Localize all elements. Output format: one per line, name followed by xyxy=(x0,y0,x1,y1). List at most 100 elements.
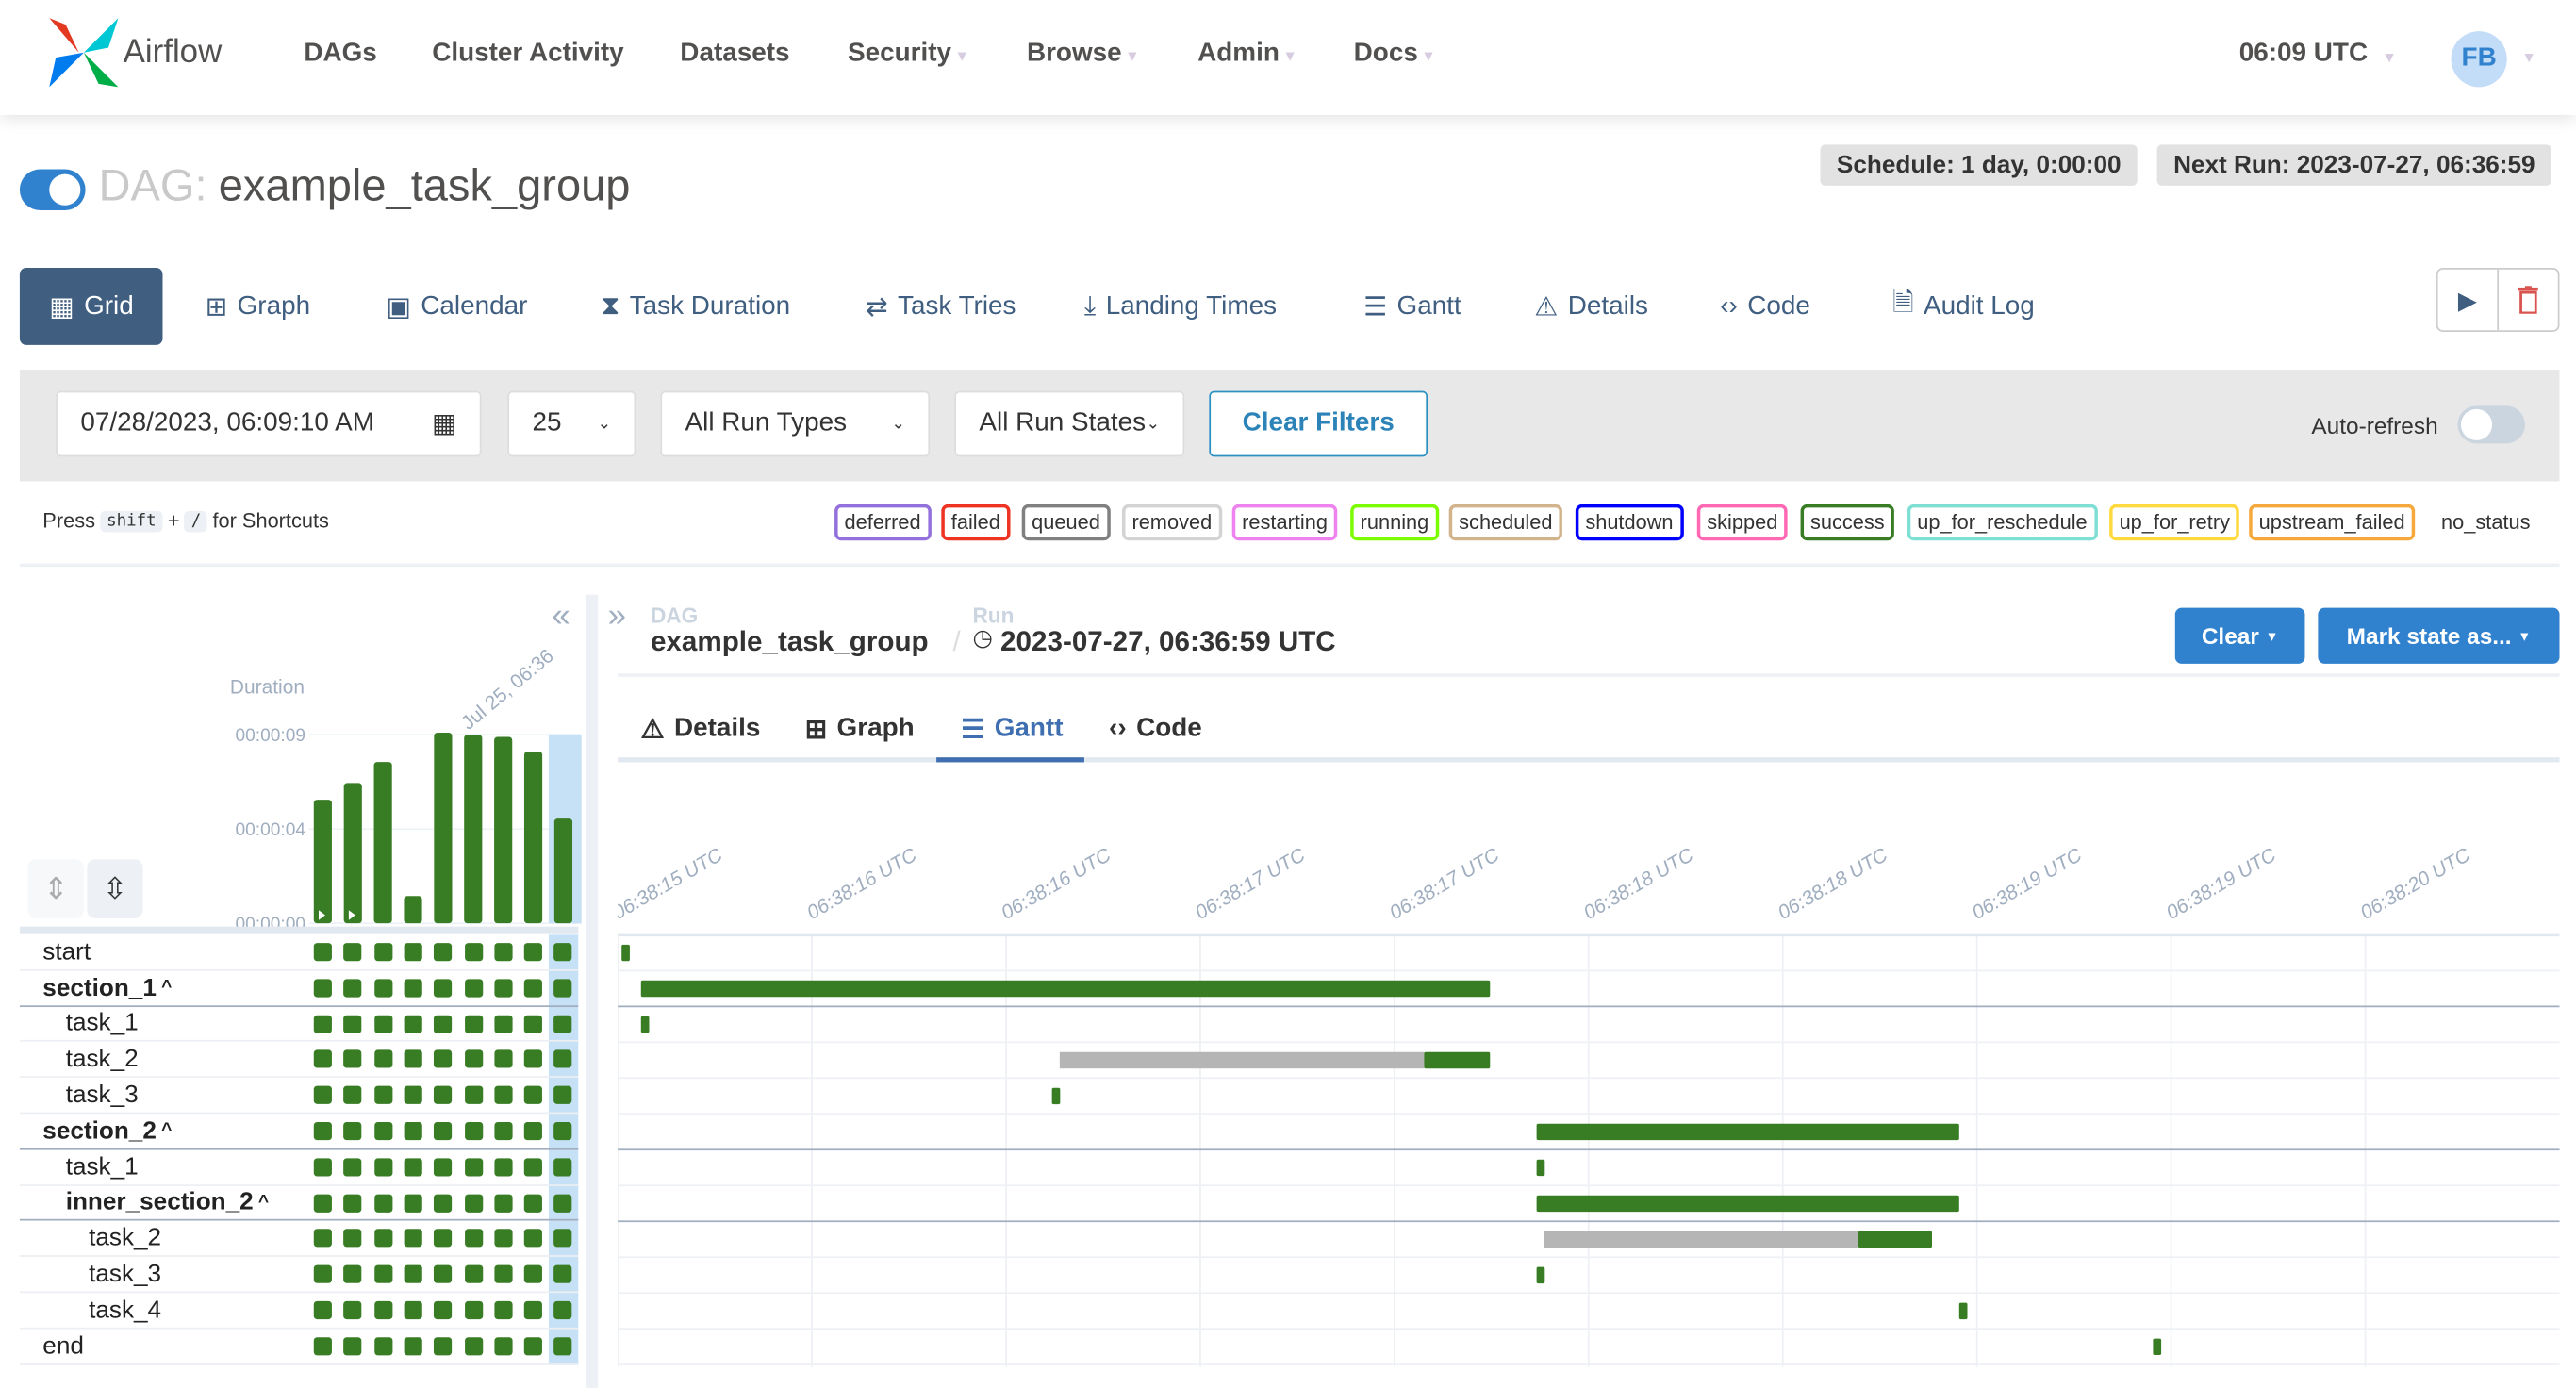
task-instance-square[interactable] xyxy=(434,943,453,962)
chevron-up-icon[interactable]: ^ xyxy=(258,1193,269,1213)
task-instance-square[interactable] xyxy=(313,979,332,998)
collapse-grid-icon[interactable]: « xyxy=(552,598,570,636)
mark-state-button[interactable]: Mark state as... ▼ xyxy=(2318,607,2560,664)
task-instance-square[interactable] xyxy=(373,1193,392,1213)
task-instance-square[interactable] xyxy=(523,1085,543,1105)
task-instance-square[interactable] xyxy=(343,979,362,998)
task-instance-square[interactable] xyxy=(343,943,362,962)
view-tab-calendar[interactable]: ▣ Calendar xyxy=(386,268,527,345)
dag-pause-toggle[interactable] xyxy=(19,169,86,211)
task-instance-square[interactable] xyxy=(523,1300,543,1320)
clear-filters-button[interactable]: Clear Filters xyxy=(1209,390,1428,457)
task-instance-square[interactable] xyxy=(523,1264,543,1284)
view-tab-task-tries[interactable]: ⇄ Task Tries xyxy=(866,268,1016,345)
nav-docs[interactable]: Docs ▼ xyxy=(1354,40,1436,69)
task-instance-square[interactable] xyxy=(523,1336,543,1356)
gantt-bar[interactable] xyxy=(621,944,630,962)
breadcrumb-dag[interactable]: example_task_group xyxy=(651,626,929,659)
task-instance-square[interactable] xyxy=(343,1336,362,1356)
view-tab-grid[interactable]: ▦ Grid xyxy=(19,267,164,345)
nav-security[interactable]: Security ▼ xyxy=(848,40,969,69)
task-instance-square[interactable] xyxy=(343,1264,362,1284)
task-instance-square[interactable] xyxy=(313,1300,332,1320)
gantt-bar[interactable] xyxy=(1051,1087,1061,1105)
task-instance-square[interactable] xyxy=(313,1336,332,1356)
task-instance-square[interactable] xyxy=(523,1157,543,1177)
gantt-bar[interactable] xyxy=(1858,1231,1933,1248)
task-instance-square[interactable] xyxy=(404,1085,422,1105)
duration-bar[interactable] xyxy=(464,735,483,924)
task-instance-square[interactable] xyxy=(494,1300,513,1320)
task-instance-square[interactable] xyxy=(313,1193,332,1213)
task-instance-square[interactable] xyxy=(313,1229,332,1248)
view-tab-gantt[interactable]: ☰ Gantt xyxy=(1363,268,1461,345)
task-instance-square[interactable] xyxy=(464,1264,483,1284)
task-instance-square[interactable] xyxy=(434,1193,453,1213)
nav-cluster-activity[interactable]: Cluster Activity xyxy=(432,40,623,69)
task-instance-square[interactable] xyxy=(404,943,422,962)
task-instance-square[interactable] xyxy=(464,1300,483,1320)
gantt-bar[interactable] xyxy=(2153,1338,2162,1356)
gantt-bar[interactable] xyxy=(1536,1159,1545,1177)
legend-running[interactable]: running xyxy=(1350,504,1439,541)
task-instance-square[interactable] xyxy=(404,1015,422,1033)
task-instance-square[interactable] xyxy=(553,1264,573,1284)
task-instance-square[interactable] xyxy=(313,1015,332,1033)
task-instance-square[interactable] xyxy=(404,1193,422,1213)
duration-bar[interactable] xyxy=(373,762,392,924)
task-instance-square[interactable] xyxy=(523,1193,543,1213)
view-tab-landing-times[interactable]: ⤓ Landing Times xyxy=(1084,268,1277,345)
task-instance-square[interactable] xyxy=(373,1300,392,1320)
avatar[interactable]: FB xyxy=(2451,31,2507,88)
legend-scheduled[interactable]: scheduled xyxy=(1448,504,1562,541)
task-instance-square[interactable] xyxy=(553,1193,573,1213)
task-instance-square[interactable] xyxy=(404,1229,422,1248)
task-instance-square[interactable] xyxy=(464,1336,483,1356)
clear-button[interactable]: Clear ▼ xyxy=(2174,607,2305,664)
task-instance-square[interactable] xyxy=(523,1229,543,1248)
task-instance-square[interactable] xyxy=(343,1157,362,1177)
panel-tab-details[interactable]: ⚠ Details xyxy=(640,698,760,758)
view-tab-details[interactable]: ⚠ Details xyxy=(1534,268,1648,345)
breadcrumb-run[interactable]: 2023-07-27, 06:36:59 UTC xyxy=(1000,626,1336,659)
trigger-dag-button[interactable]: ▶ xyxy=(2438,269,2500,331)
num-runs-select[interactable]: 25 ⌄ xyxy=(507,390,636,457)
legend-success[interactable]: success xyxy=(1800,504,1895,541)
task-instance-square[interactable] xyxy=(434,1300,453,1320)
task-instance-square[interactable] xyxy=(434,1050,453,1069)
task-instance-square[interactable] xyxy=(464,1193,483,1213)
task-instance-square[interactable] xyxy=(434,1157,453,1177)
task-instance-square[interactable] xyxy=(434,1015,453,1033)
clock[interactable]: 06:09 UTC xyxy=(2239,40,2368,69)
nav-datasets[interactable]: Datasets xyxy=(680,40,789,69)
task-instance-square[interactable] xyxy=(404,1336,422,1356)
legend-failed[interactable]: failed xyxy=(941,504,1011,541)
legend-shutdown[interactable]: shutdown xyxy=(1575,504,1684,541)
panel-tab-graph[interactable]: ⊞ Graph xyxy=(805,698,915,758)
task-instance-square[interactable] xyxy=(343,1300,362,1320)
task-instance-square[interactable] xyxy=(494,1085,513,1105)
base-date-input[interactable]: 07/28/2023, 06:09:10 AM ▦ xyxy=(56,390,482,457)
task-instance-square[interactable] xyxy=(313,1157,332,1177)
task-instance-square[interactable] xyxy=(373,979,392,998)
task-instance-square[interactable] xyxy=(313,1121,332,1141)
duration-bar[interactable] xyxy=(404,896,422,924)
duration-bar[interactable] xyxy=(494,736,513,924)
panel-resize-handle[interactable] xyxy=(586,594,599,1388)
task-instance-square[interactable] xyxy=(373,1157,392,1177)
task-instance-square[interactable] xyxy=(313,1264,332,1284)
view-tab-task-duration[interactable]: ⧗ Task Duration xyxy=(602,268,790,345)
calendar-icon[interactable]: ▦ xyxy=(432,407,456,440)
task-instance-square[interactable] xyxy=(553,979,573,998)
task-instance-square[interactable] xyxy=(494,1193,513,1213)
legend-removed[interactable]: removed xyxy=(1121,504,1222,541)
task-instance-square[interactable] xyxy=(464,1015,483,1033)
expand-all-button[interactable]: ⇕ xyxy=(27,859,84,918)
task-instance-square[interactable] xyxy=(404,1300,422,1320)
chevron-down-icon[interactable]: ▼ xyxy=(2382,49,2397,65)
task-instance-square[interactable] xyxy=(494,1157,513,1177)
gantt-queued-bar[interactable] xyxy=(1544,1231,1858,1248)
run-state-select[interactable]: All Run States ⌄ xyxy=(954,390,1185,457)
task-instance-square[interactable] xyxy=(373,1085,392,1105)
task-instance-square[interactable] xyxy=(553,1300,573,1320)
